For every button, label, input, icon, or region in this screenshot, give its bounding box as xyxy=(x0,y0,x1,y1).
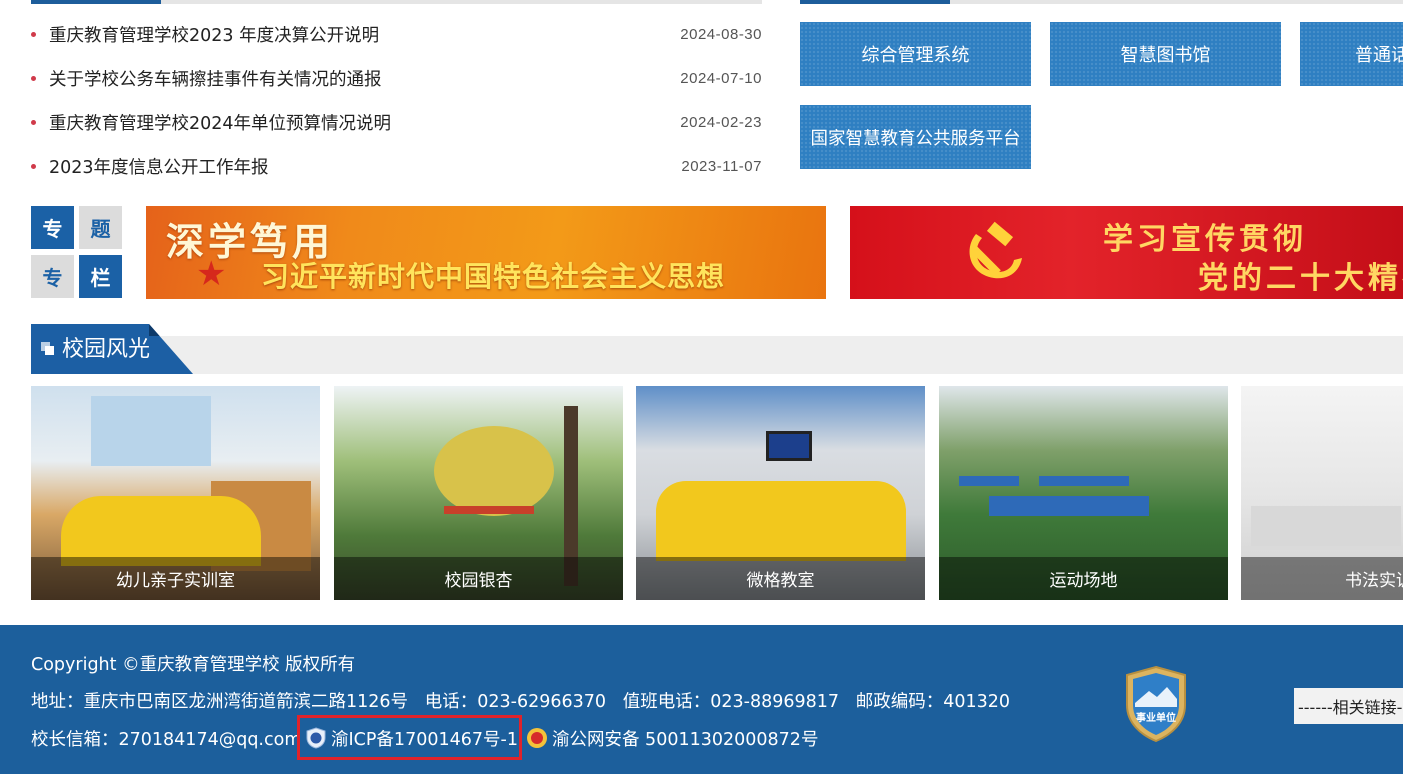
news-title[interactable]: 2023年度信息公开工作年报 xyxy=(49,154,269,179)
hammer-sickle-icon xyxy=(969,221,1022,279)
ginkgo-shape xyxy=(434,426,554,516)
party-congress-banner[interactable]: 学习宣传贯彻 党的二十大精神 xyxy=(850,206,1403,299)
photo-caption: 书法实训 xyxy=(1241,557,1403,600)
quick-link-smart-library[interactable]: 智慧图书馆 xyxy=(1050,22,1281,86)
photo-caption: 校园银杏 xyxy=(334,557,623,600)
public-institution-badge-icon[interactable]: 事业单位 xyxy=(1123,665,1189,743)
photo-caption: 幼儿亲子实训室 xyxy=(31,557,320,600)
photo-card[interactable]: 幼儿亲子实训室 xyxy=(31,386,320,600)
quick-link-management-system[interactable]: 综合管理系统 xyxy=(800,22,1031,86)
table-shape xyxy=(1039,476,1129,486)
squares-icon xyxy=(41,342,55,356)
bullet-icon xyxy=(31,164,36,169)
postcode-text: 邮政编码：401320 xyxy=(855,692,1011,712)
section-header-background xyxy=(31,336,1403,374)
news-item[interactable]: 关于学校公务车辆擦挂事件有关情况的通报 2024-07-10 xyxy=(31,56,762,100)
desks-shape xyxy=(1251,506,1401,546)
news-date: 2024-02-23 xyxy=(680,113,762,131)
screen-shape xyxy=(766,431,812,461)
news-title[interactable]: 重庆教育管理学校2024年单位预算情况说明 xyxy=(49,110,391,135)
study-thought-banner[interactable]: 深学笃用 ★ 习近平新时代中国特色社会主义思想 xyxy=(146,206,826,299)
highlight-box xyxy=(297,715,522,760)
photo-card[interactable]: 校园银杏 xyxy=(334,386,623,600)
special-column-tile[interactable]: 专 xyxy=(31,255,74,298)
news-title[interactable]: 重庆教育管理学校2023 年度决算公开说明 xyxy=(49,22,379,47)
news-header-bar xyxy=(31,0,762,4)
news-item[interactable]: 2023年度信息公开工作年报 2023-11-07 xyxy=(31,144,762,188)
banner-subtitle: 习近平新时代中国特色社会主义思想 xyxy=(261,260,726,293)
footer: Copyright ©重庆教育管理学校 版权所有 地址：重庆市巴南区龙洲湾街道箭… xyxy=(0,625,1403,774)
news-date: 2023-11-07 xyxy=(681,157,762,175)
police-emblem-icon xyxy=(527,728,547,748)
news-date: 2024-07-10 xyxy=(680,69,762,87)
police-record[interactable]: 渝公网安备 50011302000872号 xyxy=(526,726,818,751)
students-shape xyxy=(656,481,906,561)
address-text: 地址：重庆市巴南区龙洲湾街道箭滨二路1126号 xyxy=(31,692,409,712)
principal-email[interactable]: 校长信箱：270184174@qq.com xyxy=(31,730,301,750)
bullet-icon xyxy=(31,120,36,125)
police-number[interactable]: 渝公网安备 50011302000872号 xyxy=(552,730,818,750)
news-date: 2024-08-30 xyxy=(680,25,762,43)
photo-caption: 微格教室 xyxy=(636,557,925,600)
table-shape xyxy=(959,476,1019,486)
table-shape xyxy=(989,496,1149,516)
news-item[interactable]: 重庆教育管理学校2024年单位预算情况说明 2024-02-23 xyxy=(31,100,762,144)
photo-card[interactable]: 微格教室 xyxy=(636,386,925,600)
bullet-icon xyxy=(31,76,36,81)
banner-subtitle: 党的二十大精神 xyxy=(1198,261,1403,296)
copyright-text: Copyright ©重庆教育管理学校 版权所有 xyxy=(31,655,356,675)
section-title: 校园风光 xyxy=(62,337,151,362)
quick-link-mandarin[interactable]: 普通话 xyxy=(1300,22,1403,86)
phone-text: 电话：023-62966370 xyxy=(424,692,607,712)
banner-title: 学习宣传贯彻 xyxy=(1103,222,1307,257)
photo-caption: 运动场地 xyxy=(939,557,1228,600)
banner-shape xyxy=(444,506,534,514)
duty-phone-text: 值班电话：023-88969817 xyxy=(622,692,840,712)
window-shape xyxy=(91,396,211,466)
badge-label: 事业单位 xyxy=(1136,711,1176,724)
special-column-tile[interactable]: 题 xyxy=(79,206,122,249)
special-column-tile[interactable]: 专 xyxy=(31,206,74,249)
special-column-tile[interactable]: 栏 xyxy=(79,255,122,298)
related-links-select[interactable]: ------相关链接--- xyxy=(1294,688,1403,724)
news-title[interactable]: 关于学校公务车辆擦挂事件有关情况的通报 xyxy=(49,66,382,91)
news-item[interactable]: 重庆教育管理学校2023 年度决算公开说明 2024-08-30 xyxy=(31,12,762,56)
contact-line: 地址：重庆市巴南区龙洲湾街道箭滨二路1126号 电话：023-62966370 … xyxy=(31,688,1010,713)
quick-link-national-education-platform[interactable]: 国家智慧教育公共服务平台 xyxy=(800,105,1031,169)
photo-card[interactable]: 书法实训 xyxy=(1241,386,1403,600)
email-line: 校长信箱：270184174@qq.com xyxy=(31,726,301,751)
quick-links-header-bar xyxy=(800,0,1403,4)
news-list: 重庆教育管理学校2023 年度决算公开说明 2024-08-30 关于学校公务车… xyxy=(31,12,762,188)
bullet-icon xyxy=(31,32,36,37)
star-icon: ★ xyxy=(196,254,227,294)
photo-card[interactable]: 运动场地 xyxy=(939,386,1228,600)
students-shape xyxy=(61,496,261,566)
